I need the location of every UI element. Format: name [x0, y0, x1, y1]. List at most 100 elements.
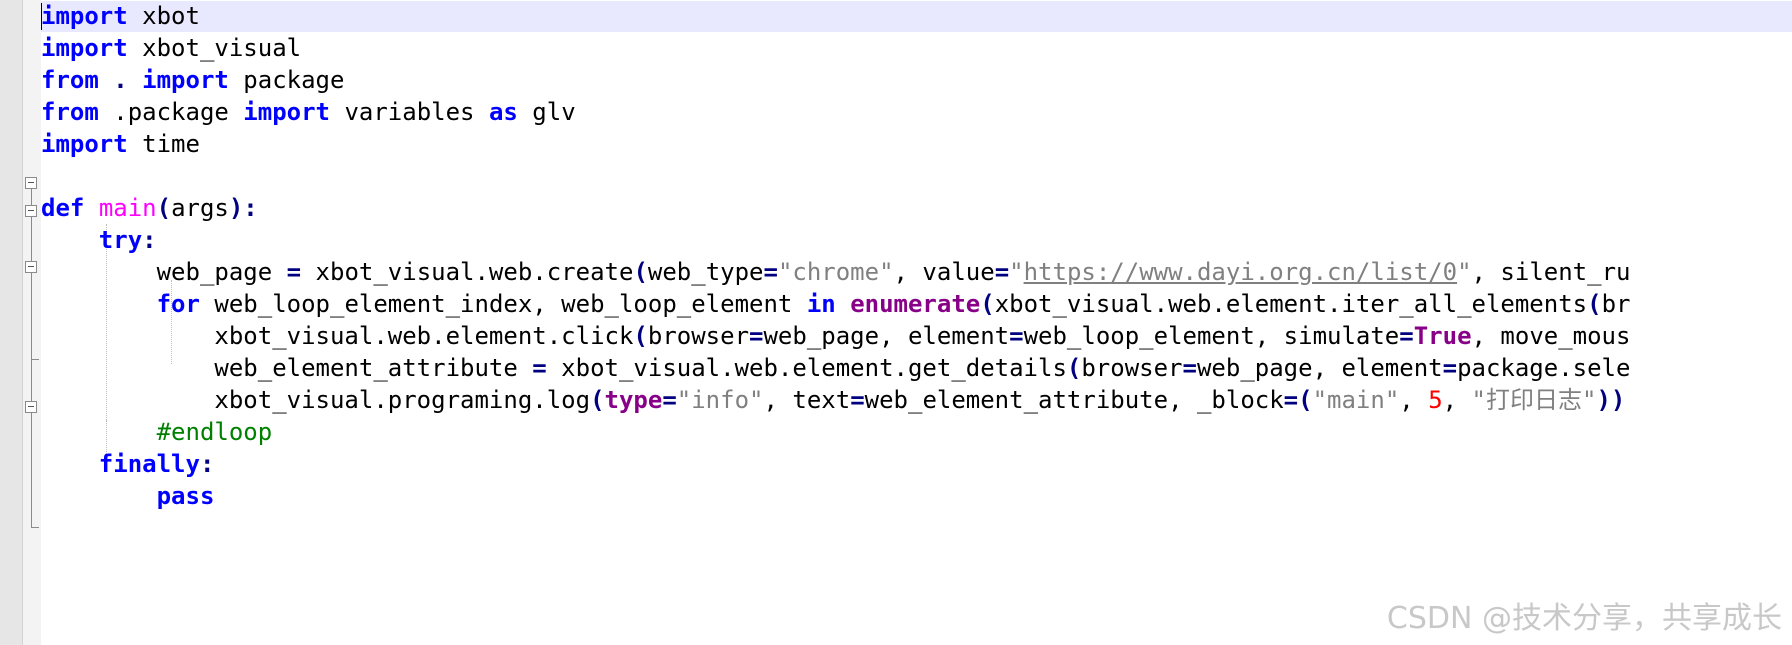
- code-keyword: as: [488, 98, 518, 126]
- code-string: "打印日志": [1471, 386, 1597, 414]
- code-operator: (: [633, 322, 648, 350]
- code-operator: (: [980, 290, 995, 318]
- code-text: package.sele: [1457, 354, 1631, 382]
- code-line[interactable]: [41, 160, 1792, 192]
- code-text: xbot_visual.programing.log: [41, 386, 591, 414]
- code-operator: (: [1587, 290, 1602, 318]
- code-text: web_page, element: [763, 322, 1010, 350]
- code-operator: )): [1596, 386, 1626, 414]
- code-keyword: for: [156, 290, 200, 318]
- code-text: xbot_visual.web.element.click: [41, 322, 634, 350]
- code-keyword: import: [41, 2, 128, 30]
- code-line[interactable]: for web_loop_element_index, web_loop_ele…: [41, 288, 1792, 320]
- code-line[interactable]: web_page = xbot_visual.web.create(web_ty…: [41, 256, 1792, 288]
- code-text: web_element_attribute, _block: [864, 386, 1284, 414]
- code-text: glv: [517, 98, 576, 126]
- code-line[interactable]: try:: [41, 224, 1792, 256]
- code-operator: (: [1066, 354, 1082, 382]
- code-line[interactable]: xbot_visual.web.element.click(browser=we…: [41, 320, 1792, 352]
- code-keyword: from: [41, 66, 99, 94]
- code-text: ,: [1442, 386, 1472, 414]
- code-keyword: import: [243, 98, 330, 126]
- code-line[interactable]: import xbot: [41, 0, 1792, 32]
- code-operator: (: [156, 194, 172, 222]
- code-line[interactable]: import time: [41, 128, 1792, 160]
- code-line[interactable]: from .package import variables as glv: [41, 96, 1792, 128]
- code-operator: (: [633, 258, 648, 286]
- code-operator: =: [1399, 322, 1414, 350]
- code-text: args: [171, 194, 229, 222]
- code-number: 5: [1428, 386, 1443, 414]
- code-line[interactable]: #endloop: [41, 416, 1792, 448]
- code-string: "chrome": [777, 258, 894, 286]
- code-text: web_page: [41, 258, 287, 286]
- code-text: , silent_ru: [1471, 258, 1631, 286]
- code-text: web_loop_element_index, web_loop_element: [199, 290, 807, 318]
- code-text: xbot_visual: [127, 34, 302, 62]
- code-operator: =: [532, 354, 547, 382]
- fold-toggle-for[interactable]: [25, 261, 37, 273]
- code-operator: =: [763, 258, 778, 286]
- code-text: web_page, element: [1196, 354, 1443, 382]
- fold-end-def: [31, 527, 39, 528]
- code-string: ": [1009, 258, 1024, 286]
- code-text: xbot_visual.web.element.get_details: [546, 354, 1067, 382]
- code-keyword: True: [1413, 322, 1472, 350]
- fold-toggle-finally[interactable]: [25, 401, 37, 413]
- line-number-margin: [0, 0, 23, 645]
- code-line[interactable]: finally:: [41, 448, 1792, 480]
- code-keyword: from: [41, 98, 99, 126]
- code-operator: =(: [1283, 386, 1313, 414]
- code-text: web_type: [647, 258, 764, 286]
- code-keyword: pass: [156, 482, 215, 510]
- code-keyword: import: [41, 130, 128, 158]
- code-text: br: [1601, 290, 1631, 318]
- fold-toggle-try[interactable]: [25, 205, 37, 217]
- code-operator: =: [850, 386, 865, 414]
- code-line[interactable]: import xbot_visual: [41, 32, 1792, 64]
- code-text: package: [228, 66, 345, 94]
- code-operator: =: [1009, 322, 1024, 350]
- code-string: "info": [676, 386, 764, 414]
- code-operator: =: [1182, 354, 1197, 382]
- code-line[interactable]: web_element_attribute = xbot_visual.web.…: [41, 352, 1792, 384]
- code-text: xbot_visual.web.create: [301, 258, 634, 286]
- fold-toggle-def[interactable]: [25, 177, 37, 189]
- code-operator: =: [749, 322, 764, 350]
- code-operator: =: [994, 258, 1010, 286]
- fold-end-for: [31, 359, 39, 360]
- code-text: .package: [98, 98, 244, 126]
- code-line[interactable]: def main(args):: [41, 192, 1792, 224]
- code-editor[interactable]: import xbot import xbot_visual from . impo…: [41, 0, 1792, 512]
- fold-margin: [23, 0, 41, 645]
- code-text: xbot_visual.web.element.iter_all_element…: [994, 290, 1588, 318]
- code-text: ,: [1399, 386, 1429, 414]
- code-string: "main": [1312, 386, 1400, 414]
- code-operator: :: [142, 226, 157, 254]
- code-keyword: def: [41, 194, 85, 222]
- code-keyword: try: [98, 226, 143, 254]
- code-line[interactable]: xbot_visual.programing.log(type="info", …: [41, 384, 1792, 416]
- code-string: ": [1457, 258, 1472, 286]
- code-text: , value: [893, 258, 995, 286]
- code-keyword: import: [142, 66, 229, 94]
- code-line[interactable]: pass: [41, 480, 1792, 512]
- code-text: variables: [330, 98, 489, 126]
- code-comment: #endloop: [156, 418, 273, 446]
- code-operator: =: [1442, 354, 1458, 382]
- code-line[interactable]: from . import package: [41, 64, 1792, 96]
- code-text: time: [127, 130, 200, 158]
- code-operator: :: [199, 450, 215, 478]
- code-text: xbot: [127, 2, 200, 30]
- code-operator: =: [662, 386, 677, 414]
- text-caret: [41, 3, 42, 30]
- watermark-text: CSDN @技术分享，共享成长: [1386, 601, 1782, 636]
- code-keyword: import: [41, 34, 128, 62]
